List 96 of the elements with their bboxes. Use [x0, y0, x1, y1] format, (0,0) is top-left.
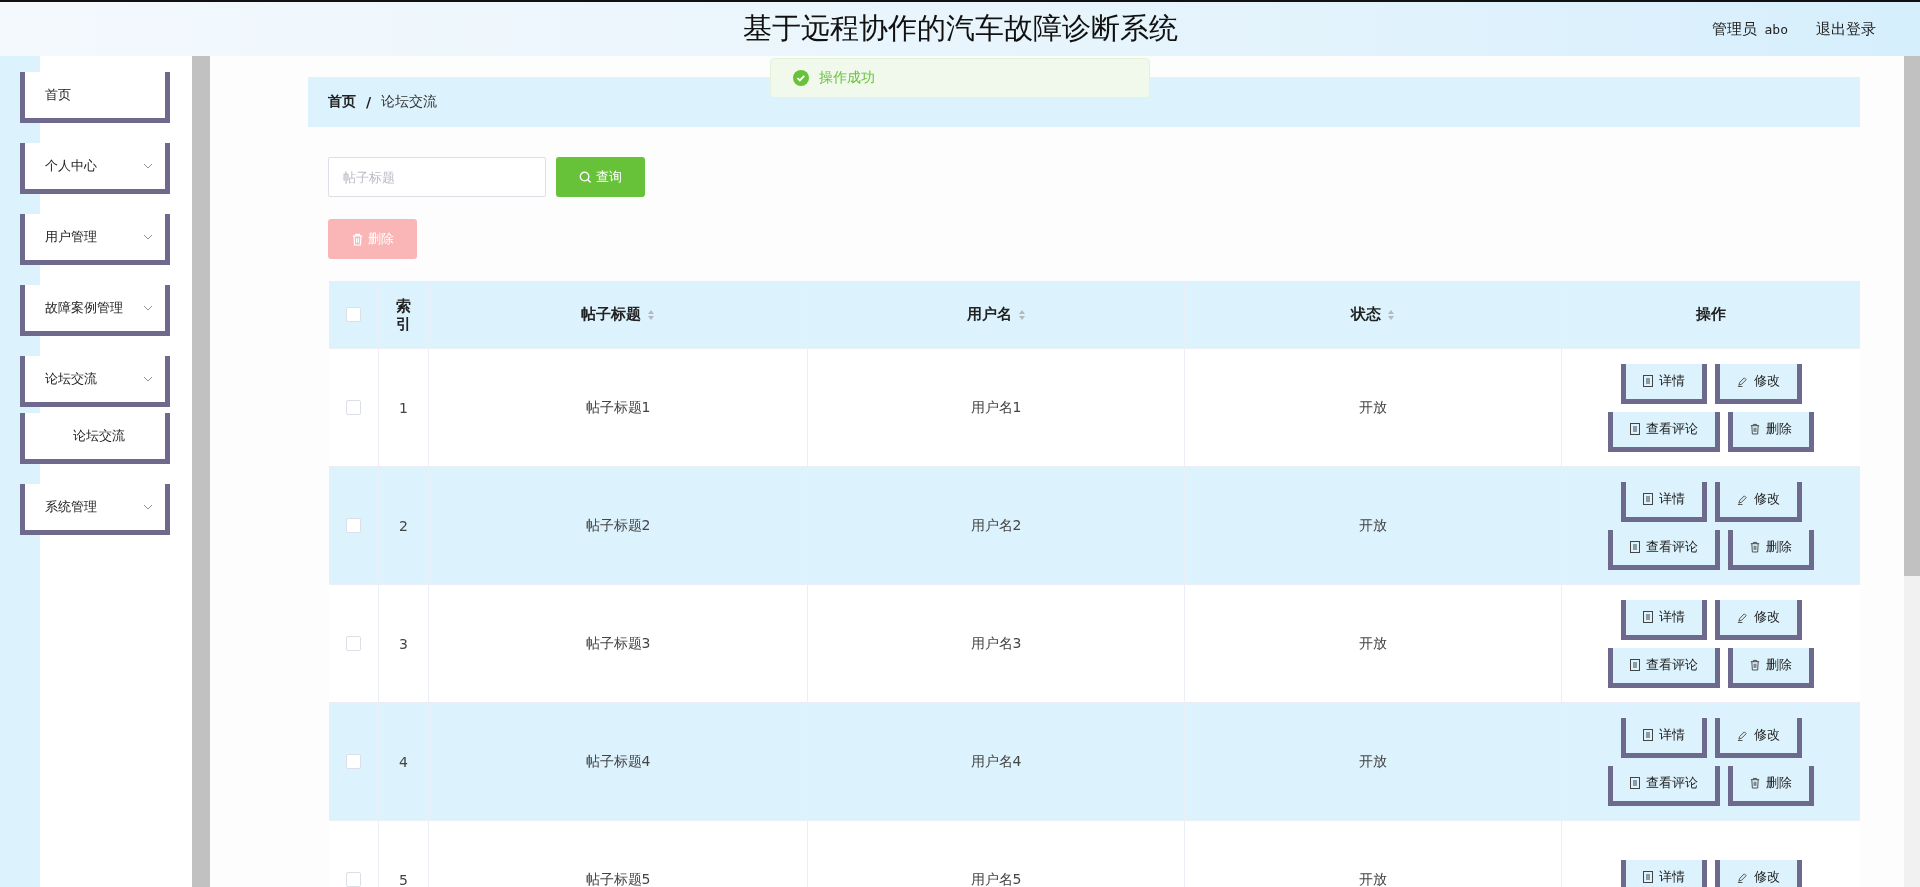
- document-icon: [1642, 375, 1653, 387]
- menu-item[interactable]: 首页: [20, 72, 170, 123]
- user-role: 管理员: [1711, 19, 1757, 39]
- detail-button[interactable]: 详情: [1620, 481, 1707, 522]
- scrollbar[interactable]: [1904, 56, 1920, 887]
- table-cell: 用户名3: [970, 634, 1022, 653]
- edit-button[interactable]: 修改: [1714, 481, 1802, 522]
- edit-button[interactable]: 修改: [1714, 363, 1802, 404]
- menu-item[interactable]: 论坛交流: [20, 356, 170, 407]
- logout-link[interactable]: 退出登录: [1816, 19, 1876, 39]
- breadcrumb-separator: /: [366, 94, 372, 110]
- document-icon: [1630, 423, 1640, 435]
- document-icon: [1630, 541, 1640, 553]
- detail-button[interactable]: 详情: [1620, 859, 1707, 887]
- chevron-down-icon: [143, 163, 153, 169]
- column-header: 操作: [1696, 305, 1726, 324]
- trash-icon: [351, 232, 363, 246]
- document-icon: [1642, 729, 1653, 741]
- checkbox[interactable]: [346, 754, 361, 769]
- table-cell: 开放: [1359, 870, 1387, 887]
- breadcrumb-link[interactable]: 论坛交流: [381, 93, 438, 111]
- pencil-icon: [1736, 871, 1748, 883]
- search-field[interactable]: 帖子标题: [328, 157, 546, 197]
- table-cell: 2: [399, 517, 408, 534]
- table-cell: 帖子标题5: [585, 870, 651, 887]
- sort-icon[interactable]: [1017, 308, 1026, 321]
- column-header: 索引: [396, 296, 411, 333]
- menu-item[interactable]: 故障案例管理: [20, 285, 170, 336]
- checkbox[interactable]: [346, 872, 361, 887]
- table-cell: 开放: [1359, 516, 1387, 535]
- menu-item[interactable]: 系统管理: [20, 484, 170, 535]
- document-icon: [1630, 777, 1640, 789]
- pencil-icon: [1736, 375, 1748, 387]
- submenu-item[interactable]: 论坛交流: [20, 413, 170, 464]
- document-icon: [1630, 659, 1640, 671]
- chevron-down-icon: [143, 305, 153, 311]
- comments-button[interactable]: 查看评论: [1608, 411, 1720, 452]
- table-cell: 开放: [1359, 634, 1387, 653]
- menu-item[interactable]: 用户管理: [20, 214, 170, 265]
- chevron-down-icon: [143, 376, 153, 382]
- trash-icon: [1750, 659, 1760, 671]
- checkbox[interactable]: [346, 518, 361, 533]
- column-header[interactable]: 帖子标题: [581, 305, 641, 324]
- table-cell: 用户名2: [970, 516, 1022, 535]
- detail-button[interactable]: 详情: [1620, 363, 1707, 404]
- search-icon: [579, 170, 592, 184]
- detail-button[interactable]: 详情: [1620, 599, 1707, 640]
- username: abo: [1764, 21, 1788, 37]
- toast-text: 操作成功: [819, 69, 875, 87]
- pencil-icon: [1736, 611, 1748, 623]
- table-cell: 帖子标题2: [585, 516, 651, 535]
- table-cell: 用户名4: [970, 752, 1022, 771]
- trash-icon: [1750, 777, 1760, 789]
- pencil-icon: [1736, 729, 1748, 741]
- chevron-down-icon: [143, 234, 153, 240]
- document-icon: [1642, 871, 1653, 883]
- sort-icon[interactable]: [1387, 308, 1395, 321]
- menu-item[interactable]: 个人中心: [20, 143, 170, 194]
- delete-button[interactable]: 删除: [1728, 647, 1814, 688]
- column-header[interactable]: 状态: [1351, 305, 1381, 324]
- delete-button[interactable]: 删除: [1728, 411, 1814, 452]
- table-cell: 3: [399, 635, 408, 652]
- table-cell: 用户名5: [970, 870, 1022, 887]
- table-cell: 帖子标题4: [585, 752, 651, 771]
- delete-button[interactable]: 删除: [1728, 529, 1814, 570]
- document-icon: [1642, 611, 1653, 623]
- pencil-icon: [1736, 493, 1748, 505]
- edit-button[interactable]: 修改: [1714, 717, 1802, 758]
- edit-button[interactable]: 修改: [1714, 859, 1802, 887]
- column-header[interactable]: 用户名: [966, 305, 1012, 324]
- window-title: 基于远程协作的汽车故障诊断系统: [741, 11, 1179, 46]
- detail-button[interactable]: 详情: [1620, 717, 1707, 758]
- delete-button[interactable]: 删除: [1728, 765, 1814, 806]
- table-cell: 帖子标题1: [585, 398, 651, 417]
- comments-button[interactable]: 查看评论: [1608, 529, 1720, 570]
- success-icon: [793, 70, 809, 86]
- scrollbar[interactable]: [192, 56, 210, 887]
- comments-button[interactable]: 查看评论: [1608, 647, 1720, 688]
- table-cell: 开放: [1359, 752, 1387, 771]
- chevron-down-icon: [143, 504, 153, 510]
- table-cell: 用户名1: [970, 398, 1022, 417]
- trash-icon: [1750, 541, 1760, 553]
- table-cell: 帖子标题3: [585, 634, 651, 653]
- sort-icon[interactable]: [647, 308, 655, 321]
- table-cell: 5: [399, 871, 408, 887]
- checkbox[interactable]: [346, 636, 361, 651]
- table-cell: 开放: [1359, 398, 1387, 417]
- comments-button[interactable]: 查看评论: [1608, 765, 1720, 806]
- checkbox[interactable]: [346, 307, 361, 322]
- checkbox[interactable]: [346, 400, 361, 415]
- trash-icon: [1750, 423, 1760, 435]
- breadcrumb-link[interactable]: 首页: [328, 93, 356, 111]
- document-icon: [1642, 493, 1653, 505]
- edit-button[interactable]: 修改: [1714, 599, 1802, 640]
- table-cell: 1: [399, 399, 408, 416]
- table-cell: 4: [399, 753, 408, 770]
